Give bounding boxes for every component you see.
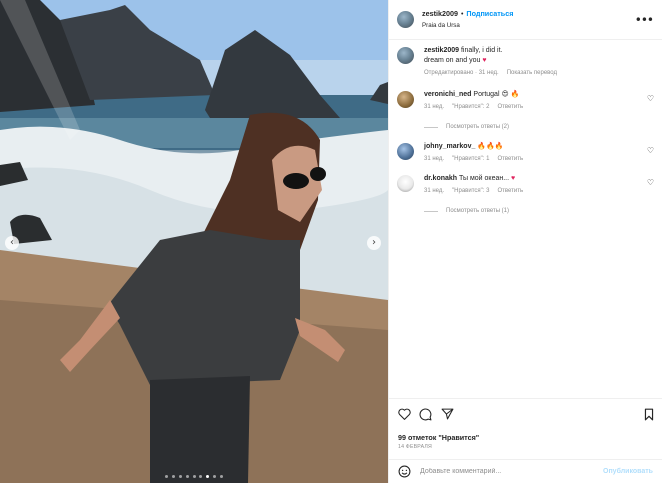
comment-text: 🔥🔥🔥: [477, 143, 504, 150]
add-comment-bar: Опубликовать: [389, 459, 662, 483]
post-header: zestik2009 • Подписаться Praia da Ursa •••: [389, 0, 662, 40]
caption-username[interactable]: zestik2009: [424, 47, 459, 54]
view-replies-link[interactable]: Посмотреть ответы (2): [424, 122, 654, 132]
more-horizontal-icon[interactable]: •••: [635, 13, 654, 27]
view-replies-link[interactable]: Посмотреть ответы (1): [424, 206, 654, 216]
carousel-dot: [178, 474, 182, 478]
view-replies-label: Посмотреть ответы (2): [446, 124, 510, 130]
post-photo[interactable]: ‹ ›: [0, 0, 388, 483]
comment-time: 31 нед.: [424, 156, 445, 162]
comment-time: 31 нед.: [424, 188, 445, 194]
carousel-dot: [171, 474, 175, 478]
like-comment-heart-icon[interactable]: ♡: [647, 146, 654, 155]
carousel-dot: [220, 474, 224, 478]
next-slide-button[interactable]: ›: [367, 236, 381, 250]
carousel-dots: [0, 473, 388, 478]
comment-icon[interactable]: [419, 408, 432, 421]
heart-emoji: ♥: [482, 57, 487, 64]
like-comment-heart-icon[interactable]: ♡: [647, 178, 654, 187]
carousel-dot: [213, 474, 217, 478]
likes-count[interactable]: 99 отметок "Нравится": [398, 433, 479, 442]
save-bookmark-icon[interactable]: [644, 408, 654, 421]
comment-username[interactable]: veronichi_ned: [424, 91, 471, 98]
author-avatar[interactable]: [397, 11, 414, 28]
caption-edited: Отредактировано · 31 нед.: [424, 70, 499, 76]
comment-item: johny_markov_ 🔥🔥🔥 31 нед. "Нравится": 1 От…: [397, 142, 654, 164]
beach-photo-scene: [0, 0, 388, 483]
view-replies-label: Посмотреть ответы (1): [446, 208, 510, 214]
carousel-dot: [164, 474, 168, 478]
comment-item: dr.konakh Ты мой океан... ♥ 31 нед. "Нрав…: [397, 174, 654, 216]
comment-input[interactable]: [420, 468, 603, 475]
comment-username[interactable]: dr.konakh: [424, 175, 457, 182]
caption: zestik2009 finally, i did it. dream on a…: [397, 46, 654, 78]
carousel-dot: [185, 474, 189, 478]
comment-text: Portugal 😍 🔥: [473, 91, 520, 98]
comments-list: zestik2009 finally, i did it. dream on a…: [389, 40, 662, 216]
header-separator: •: [460, 11, 464, 18]
emoji-smiley-icon[interactable]: [398, 465, 411, 478]
like-heart-icon[interactable]: [398, 408, 411, 420]
carousel-dot: [192, 474, 196, 478]
post-side-panel: zestik2009 • Подписаться Praia da Ursa •••…: [388, 0, 662, 483]
comment-username[interactable]: johny_markov_: [424, 143, 475, 150]
publish-button[interactable]: Опубликовать: [603, 468, 653, 475]
comment-likes[interactable]: "Нравится": 1: [452, 156, 489, 162]
heart-emoji: ♥: [511, 175, 516, 182]
comment-text: Ты мой океан...: [459, 175, 510, 182]
post-actions: 99 отметок "Нравится" 14 ФЕВРАЛЯ Опублик…: [389, 398, 662, 482]
prev-slide-button[interactable]: ‹: [5, 236, 19, 250]
share-icon[interactable]: [441, 408, 454, 420]
replies-line: [424, 126, 438, 128]
post-date[interactable]: 14 ФЕВРАЛЯ: [398, 444, 432, 450]
commenter-avatar[interactable]: [397, 143, 414, 160]
reply-link[interactable]: Ответить: [497, 156, 523, 162]
reply-link[interactable]: Ответить: [497, 188, 523, 194]
comment-likes[interactable]: "Нравится": 3: [452, 188, 489, 194]
commenter-avatar[interactable]: [397, 91, 414, 108]
comment-time: 31 нед.: [424, 104, 445, 110]
author-avatar[interactable]: [397, 47, 414, 64]
caption-text: finally, i did it.: [460, 47, 503, 54]
follow-button[interactable]: Подписаться: [466, 9, 513, 18]
like-comment-heart-icon[interactable]: ♡: [647, 94, 654, 103]
carousel-dot-active: [206, 474, 210, 478]
caption-text-line2: dream on and you: [424, 57, 481, 64]
reply-link[interactable]: Ответить: [497, 104, 523, 110]
commenter-avatar[interactable]: [397, 175, 414, 192]
carousel-dot: [199, 474, 203, 478]
comment-likes[interactable]: "Нравится": 2: [452, 104, 489, 110]
post-location[interactable]: Praia da Ursa: [422, 20, 513, 31]
author-username[interactable]: zestik2009: [422, 9, 458, 18]
comment-item: veronichi_ned Portugal 😍 🔥 31 нед. "Нрави…: [397, 90, 654, 132]
replies-line: [424, 210, 438, 212]
show-translation-link[interactable]: Показать перевод: [507, 70, 557, 76]
